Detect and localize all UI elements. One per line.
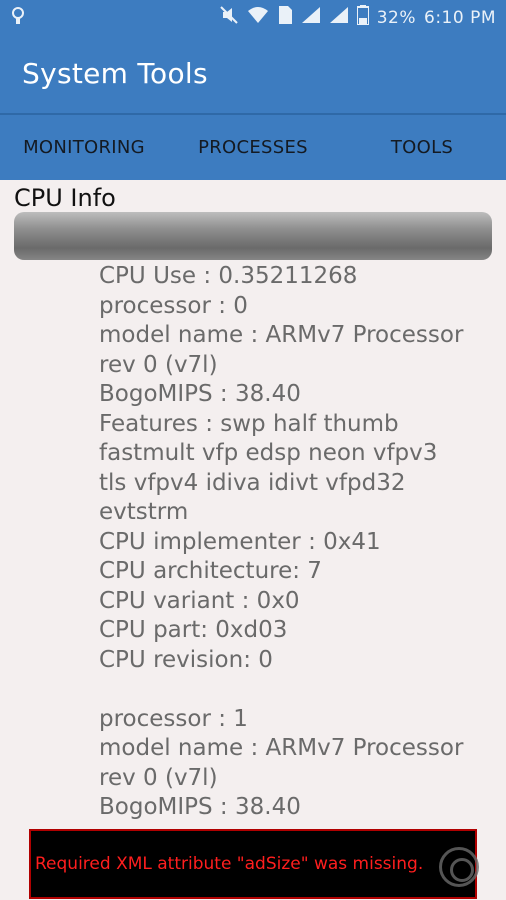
battery-icon — [355, 5, 370, 30]
sim-2-icon — [277, 5, 293, 30]
cpu-info-panel[interactable]: CPU Info CPU Use : 0.35211268 processor :… — [0, 180, 506, 830]
wifi-icon — [247, 6, 269, 29]
cpu-info-line: CPU variant : 0x0 — [99, 587, 300, 614]
tab-monitoring[interactable]: MONITORING — [0, 115, 168, 180]
tab-tools[interactable]: TOOLS — [338, 115, 506, 180]
cpu-info-line: evtstrm — [99, 499, 189, 525]
cpu-info-line: CPU Use : 0.35211268 — [99, 263, 358, 289]
tab-processes[interactable]: PROCESSES — [168, 115, 338, 180]
cpu-info-line: fastmult vfp edsp neon vfpv3 — [99, 440, 438, 466]
cpu-info-line: CPU revision: 0 — [99, 646, 273, 673]
cpu-info-line: CPU part: 0xd03 — [99, 617, 288, 643]
cpu-info-line: processor : 0 — [99, 292, 248, 319]
battery-percent: 32% — [376, 7, 416, 28]
tab-bar: MONITORING PROCESSES TOOLS — [0, 113, 506, 180]
cpu-info-text: CPU Use : 0.35211268 processor : 0 model n… — [99, 262, 494, 823]
ad-watermark-icon — [439, 847, 479, 887]
cpu-usage-bar — [14, 212, 492, 260]
mute-icon — [219, 5, 239, 30]
cpu-info-line: CPU architecture: 7 — [99, 558, 322, 584]
cpu-info-line: model name : ARMv7 Processor — [99, 322, 464, 348]
cpu-info-line: rev 0 (v7l) — [99, 764, 218, 791]
cpu-info-line: CPU implementer : 0x41 — [99, 528, 381, 555]
clock: 6:10 PM — [424, 7, 496, 28]
cpu-info-line: BogoMIPS : 38.40 — [99, 794, 301, 820]
cpu-info-line: rev 0 (v7l) — [99, 351, 218, 378]
ad-banner[interactable]: Required XML attribute "adSize" was miss… — [29, 829, 479, 899]
cpu-info-line — [99, 675, 494, 705]
cpu-info-line: processor : 1 — [99, 705, 248, 732]
cpu-info-line: tls vfpv4 idiva idivt vfpd32 — [99, 469, 406, 496]
app-title: System Tools — [22, 57, 208, 90]
network-speed-icon — [8, 6, 28, 28]
signal-icon — [301, 6, 321, 29]
ad-error-text: Required XML attribute "adSize" was miss… — [35, 854, 424, 874]
app-bar: System Tools — [0, 35, 506, 113]
section-title: CPU Info — [14, 184, 116, 212]
cpu-info-line: BogoMIPS : 38.40 — [99, 381, 301, 407]
cpu-info-line: Features : swp half thumb — [99, 410, 399, 437]
cpu-info-line: model name : ARMv7 Processor — [99, 735, 464, 761]
status-bar: 32% 6:10 PM — [0, 0, 506, 35]
signal-2-icon — [329, 6, 349, 29]
